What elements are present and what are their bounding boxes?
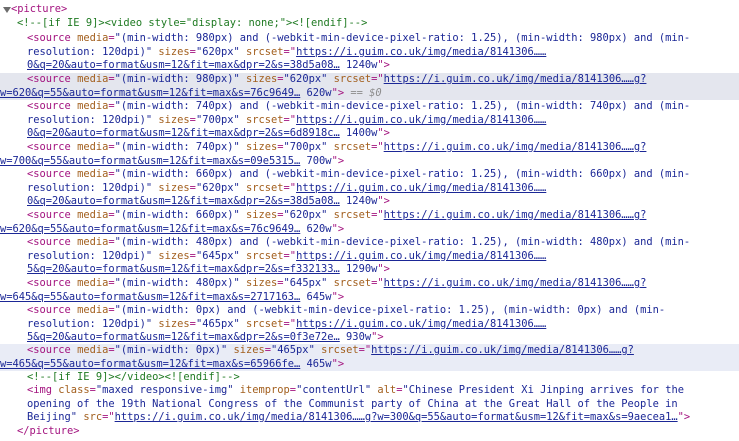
source-node-selected[interactable]: <source media="(min-width: 980px)" sizes… (0, 73, 739, 100)
srcset-link[interactable]: https://i.guim.co.uk/img/media/8141306…… (296, 318, 546, 330)
picture-close-tag: </picture> (17, 425, 80, 437)
srcset-link[interactable]: 0&q=20&auto=format&usm=12&fit=max&dpr=2&… (27, 127, 340, 139)
srcset-link[interactable]: https://i.guim.co.uk/img/media/8141306……… (384, 73, 647, 85)
source-node[interactable]: <source media="(min-width: 0px) and (-we… (0, 304, 739, 345)
srcset-link[interactable]: w=465&q=55&auto=format&usm=12&fit=max&s=… (0, 358, 300, 370)
elements-tree: <picture> <!--[if IE 9]><video style="di… (0, 0, 739, 441)
picture-open-node[interactable]: <picture> (0, 3, 739, 17)
source-node[interactable]: <source media="(min-width: 660px)" sizes… (0, 209, 739, 236)
ie9-comment-close-node[interactable]: <!--[if IE 9]></video><![endif]--> (0, 371, 739, 385)
source-node[interactable]: <source media="(min-width: 740px) and (-… (0, 100, 739, 141)
srcset-link[interactable]: https://i.guim.co.uk/img/media/8141306……… (371, 344, 634, 356)
srcset-link[interactable]: https://i.guim.co.uk/img/media/8141306……… (384, 141, 647, 153)
ie9-comment-open-node[interactable]: <!--[if IE 9]><video style="display: non… (0, 17, 739, 31)
srcset-link[interactable]: https://i.guim.co.uk/img/media/8141306……… (384, 277, 647, 289)
srcset-link[interactable]: w=700&q=55&auto=format&usm=12&fit=max&s=… (0, 155, 300, 167)
srcset-link[interactable]: w=620&q=55&auto=format&usm=12&fit=max&s=… (0, 223, 300, 235)
selected-element-marker: == $0 (350, 86, 382, 99)
img-src-link[interactable]: https://i.guim.co.uk/img/media/8141306……… (115, 411, 678, 423)
srcset-link[interactable]: 5&q=20&auto=format&usm=12&fit=max&dpr=2&… (27, 331, 340, 343)
comment-text: <!--[if IE 9]><video style="display: non… (17, 17, 368, 29)
expand-triangle-icon[interactable] (3, 7, 11, 13)
srcset-link[interactable]: 5&q=20&auto=format&usm=12&fit=max&dpr=2&… (27, 263, 340, 275)
img-node[interactable]: <img class="maxed responsive-img" itempr… (0, 384, 739, 425)
srcset-link[interactable]: w=645&q=55&auto=format&usm=12&fit=max&s=… (0, 291, 300, 303)
source-node[interactable]: <source media="(min-width: 480px)" sizes… (0, 277, 739, 304)
source-node[interactable]: <source media="(min-width: 740px)" sizes… (0, 141, 739, 168)
srcset-link[interactable]: https://i.guim.co.uk/img/media/8141306……… (384, 209, 647, 221)
srcset-link[interactable]: https://i.guim.co.uk/img/media/8141306…… (296, 46, 546, 58)
source-node[interactable]: <source media="(min-width: 660px) and (-… (0, 168, 739, 209)
srcset-link[interactable]: w=620&q=55&auto=format&usm=12&fit=max&s=… (0, 87, 300, 99)
comment-text: <!--[if IE 9]></video><![endif]--> (27, 371, 240, 383)
source-node-hovered[interactable]: <source media="(min-width: 0px)" sizes="… (0, 344, 739, 371)
srcset-link[interactable]: 0&q=20&auto=format&usm=12&fit=max&dpr=2&… (27, 195, 340, 207)
srcset-link[interactable]: https://i.guim.co.uk/img/media/8141306…… (296, 114, 546, 126)
source-node[interactable]: <source media="(min-width: 980px) and (-… (0, 32, 739, 73)
srcset-link[interactable]: https://i.guim.co.uk/img/media/8141306…… (296, 182, 546, 194)
picture-close-node[interactable]: </picture> (0, 425, 739, 439)
srcset-link[interactable]: 0&q=20&auto=format&usm=12&fit=max&dpr=2&… (27, 59, 340, 71)
source-node[interactable]: <source media="(min-width: 480px) and (-… (0, 236, 739, 277)
srcset-link[interactable]: https://i.guim.co.uk/img/media/8141306…… (296, 250, 546, 262)
